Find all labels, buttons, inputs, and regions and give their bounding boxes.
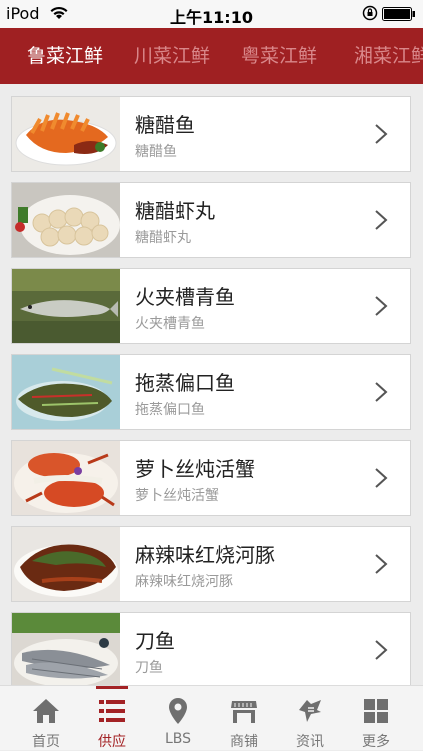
list-icon xyxy=(99,700,125,722)
battery-icon xyxy=(382,7,415,21)
chevron-right-icon xyxy=(375,468,388,488)
list-item[interactable]: 麻辣味红烧河豚 麻辣味红烧河豚 xyxy=(11,526,411,602)
item-title: 糖醋鱼 xyxy=(135,113,195,137)
status-time: 上午11:10 xyxy=(170,8,253,27)
home-icon xyxy=(33,699,59,723)
news-icon xyxy=(299,700,321,722)
grid-icon xyxy=(364,699,388,723)
list-item[interactable]: 刀鱼 刀鱼 xyxy=(11,612,411,685)
herring-on-grass-photo xyxy=(12,269,120,343)
nav-supply[interactable]: 供应 xyxy=(82,686,142,750)
nav-supply-label: 供应 xyxy=(98,734,126,750)
nav-shops[interactable]: 商铺 xyxy=(214,686,274,750)
nav-news[interactable]: 资讯 xyxy=(280,686,340,750)
chevron-right-icon xyxy=(375,296,388,316)
chevron-right-icon xyxy=(375,210,388,230)
dish-list: 糖醋鱼 糖醋鱼 糖醋虾丸 糖醋虾丸 火夹槽青鱼 火夹槽青鱼 拖蒸偏口鱼 拖蒸偏口… xyxy=(0,84,423,685)
nav-lbs[interactable]: LBS xyxy=(148,686,208,750)
bottom-navigation: 首页 供应 LBS 商铺 资讯 更多 xyxy=(0,685,423,750)
item-title: 拖蒸偏口鱼 xyxy=(135,371,235,395)
item-subtitle: 糖醋虾丸 xyxy=(135,230,191,246)
list-item[interactable]: 糖醋鱼 糖醋鱼 xyxy=(11,96,411,172)
chevron-right-icon xyxy=(375,124,388,144)
active-indicator xyxy=(96,686,128,689)
chevron-right-icon xyxy=(375,554,388,574)
list-item[interactable]: 糖醋虾丸 糖醋虾丸 xyxy=(11,182,411,258)
item-title: 火夹槽青鱼 xyxy=(135,285,235,309)
tab-cantonese-cuisine[interactable]: 粤菜江鲜 xyxy=(241,28,317,84)
steamed-flatfish-photo xyxy=(12,355,120,429)
item-title: 萝卜丝炖活蟹 xyxy=(135,457,255,481)
nav-more[interactable]: 更多 xyxy=(346,686,406,750)
item-subtitle: 糖醋鱼 xyxy=(135,144,177,160)
sweet-sour-fish-photo xyxy=(12,97,120,171)
knife-fish-photo xyxy=(12,613,120,685)
crab-stew-photo xyxy=(12,441,120,515)
list-item[interactable]: 萝卜丝炖活蟹 萝卜丝炖活蟹 xyxy=(11,440,411,516)
item-subtitle: 火夹槽青鱼 xyxy=(135,316,205,332)
item-title: 麻辣味红烧河豚 xyxy=(135,543,275,567)
chevron-right-icon xyxy=(375,640,388,660)
list-item[interactable]: 拖蒸偏口鱼 拖蒸偏口鱼 xyxy=(11,354,411,430)
chevron-right-icon xyxy=(375,382,388,402)
item-title: 糖醋虾丸 xyxy=(135,199,215,223)
nav-news-label: 资讯 xyxy=(296,734,324,750)
item-title: 刀鱼 xyxy=(135,629,175,653)
nav-home-label: 首页 xyxy=(32,734,60,750)
nav-more-label: 更多 xyxy=(362,734,390,750)
item-subtitle: 萝卜丝炖活蟹 xyxy=(135,488,219,504)
list-item[interactable]: 火夹槽青鱼 火夹槽青鱼 xyxy=(11,268,411,344)
item-subtitle: 麻辣味红烧河豚 xyxy=(135,574,233,590)
tab-sichuan-cuisine[interactable]: 川菜江鲜 xyxy=(134,28,210,84)
shrimp-balls-photo xyxy=(12,183,120,257)
nav-lbs-label: LBS xyxy=(164,731,192,747)
location-pin-icon xyxy=(169,698,187,724)
tab-hunan-cuisine[interactable]: 湘菜江鲜 xyxy=(354,28,423,84)
item-subtitle: 拖蒸偏口鱼 xyxy=(135,402,205,418)
tab-lu-cuisine[interactable]: 鲁菜江鲜 xyxy=(27,28,103,84)
shop-icon xyxy=(231,701,257,723)
nav-home[interactable]: 首页 xyxy=(16,686,76,750)
rotation-lock-icon xyxy=(362,5,378,21)
braised-pufferfish-photo xyxy=(12,527,120,601)
status-bar: iPod 上午11:10 xyxy=(0,0,423,28)
item-subtitle: 刀鱼 xyxy=(135,660,163,676)
nav-shops-label: 商铺 xyxy=(230,734,258,750)
category-tab-bar: 鲁菜江鲜 川菜江鲜 粤菜江鲜 湘菜江鲜 xyxy=(0,28,423,84)
